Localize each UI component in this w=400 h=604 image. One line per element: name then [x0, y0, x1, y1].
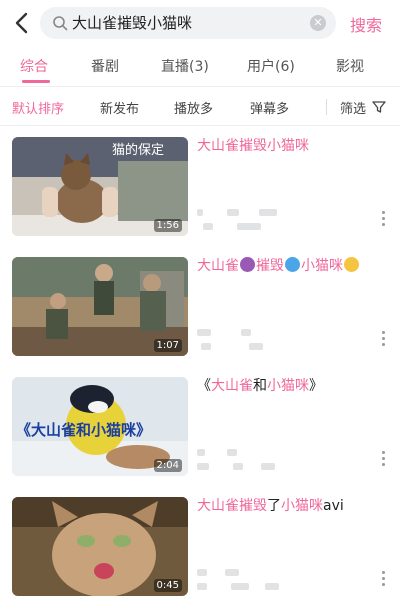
uploader-info-blurred: [197, 329, 287, 351]
search-input[interactable]: 大山雀摧毁小猫咪 ✕: [40, 7, 336, 39]
tab-users[interactable]: 用户(6): [247, 56, 295, 76]
sort-most-danmaku[interactable]: 弹幕多: [250, 98, 289, 117]
sort-default[interactable]: 默认排序: [12, 98, 64, 117]
thumbnail-caption: 猫的保定: [112, 143, 165, 158]
more-options-icon[interactable]: [382, 451, 386, 467]
video-result[interactable]: 1:07 大山雀 摧毁 小猫咪: [0, 245, 400, 365]
video-title[interactable]: 大山雀摧毁小猫咪: [197, 257, 387, 275]
video-title[interactable]: 大山雀摧毁了小猫咪avi: [197, 497, 387, 515]
video-result[interactable]: 猫的保定 1:56 大山雀摧毁小猫咪: [0, 125, 400, 245]
tab-bangumi[interactable]: 番剧: [91, 56, 119, 76]
uploader-info-blurred: [197, 209, 287, 231]
video-result[interactable]: 《大山雀和小猫咪》 2:04 《大山雀和小猫咪》: [0, 365, 400, 485]
sort-newest[interactable]: 新发布: [100, 98, 139, 117]
active-tab-indicator: [22, 80, 50, 83]
video-thumbnail[interactable]: 0:45: [12, 497, 188, 596]
video-duration: 1:56: [153, 219, 182, 232]
tab-film[interactable]: 影视: [336, 56, 364, 76]
video-duration: 1:07: [153, 339, 182, 352]
devil-emoji-icon: [240, 257, 255, 272]
more-options-icon[interactable]: [382, 571, 386, 587]
crying-cat-emoji-icon: [344, 257, 359, 272]
result-tabs: 综合 番剧 直播(3) 用户(6) 影视: [0, 46, 400, 86]
sort-filters: 默认排序 新发布 播放多 弹幕多 筛选: [0, 87, 400, 125]
search-query-text: 大山雀摧毁小猫咪: [72, 14, 193, 32]
search-bar: 大山雀摧毁小猫咪 ✕ 搜索: [0, 0, 400, 46]
filter-funnel-icon[interactable]: [372, 100, 386, 114]
video-thumbnail[interactable]: 1:07: [12, 257, 188, 356]
more-options-icon[interactable]: [382, 211, 386, 227]
thumbnail-caption: 《大山雀和小猫咪》: [16, 421, 152, 439]
video-title[interactable]: 《大山雀和小猫咪》: [197, 377, 387, 395]
video-thumbnail[interactable]: 《大山雀和小猫咪》 2:04: [12, 377, 188, 476]
tab-live[interactable]: 直播(3): [161, 56, 209, 76]
search-button[interactable]: 搜索: [350, 12, 382, 36]
video-title[interactable]: 大山雀摧毁小猫咪: [197, 137, 387, 155]
back-arrow-icon[interactable]: [10, 9, 34, 37]
filter-button[interactable]: 筛选: [340, 98, 366, 117]
video-duration: 0:45: [153, 579, 182, 592]
divider: [326, 99, 327, 115]
sweat-droplets-emoji-icon: [285, 257, 300, 272]
more-options-icon[interactable]: [382, 331, 386, 347]
uploader-info-blurred: [197, 569, 287, 591]
clear-icon[interactable]: ✕: [310, 15, 326, 31]
tab-all[interactable]: 综合: [20, 56, 48, 76]
video-thumbnail[interactable]: 猫的保定 1:56: [12, 137, 188, 236]
video-result[interactable]: 0:45 大山雀摧毁了小猫咪avi: [0, 485, 400, 604]
video-duration: 2:04: [153, 459, 182, 472]
search-icon: [53, 16, 68, 31]
sort-most-played[interactable]: 播放多: [174, 98, 213, 117]
uploader-info-blurred: [197, 449, 287, 471]
